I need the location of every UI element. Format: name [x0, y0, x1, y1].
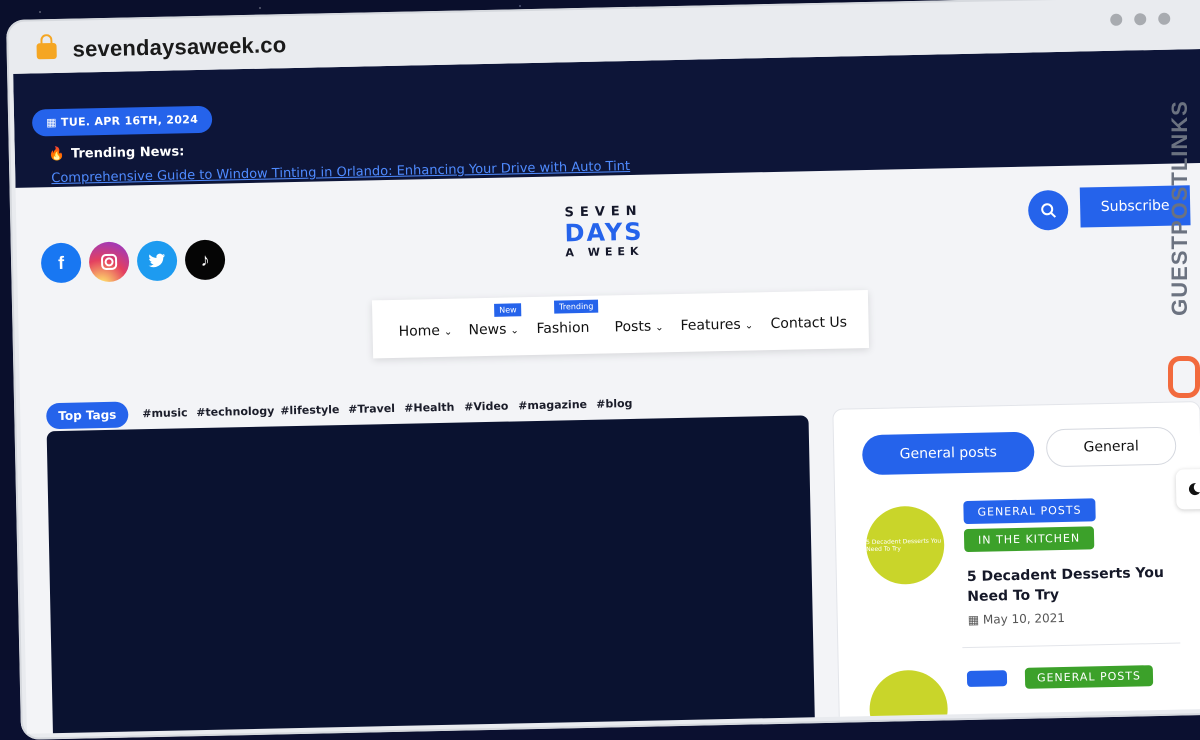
tiktok-icon[interactable]: ♪	[184, 239, 226, 281]
date-badge: ▦ TUE. APR 16TH, 2024	[31, 105, 213, 137]
post-thumbnail[interactable]	[868, 669, 949, 734]
hero-slider[interactable]	[46, 415, 816, 734]
category-badge[interactable]: IN THE KITCHEN	[963, 526, 1095, 553]
tag-link[interactable]: #Travel	[348, 402, 395, 416]
dark-mode-toggle[interactable]	[1175, 468, 1200, 510]
window-controls	[1098, 10, 1171, 31]
nav-label: Posts	[614, 318, 652, 336]
chain-link-icon	[1168, 356, 1200, 398]
calendar-icon: ▦	[46, 115, 62, 130]
badge-new: New	[494, 303, 522, 317]
chevron-down-icon: ⌄	[510, 325, 519, 337]
nav-item-news[interactable]: News ⌄	[468, 321, 519, 339]
tag-link[interactable]: #magazine	[518, 398, 587, 412]
logo-line3: A WEEK	[565, 244, 644, 260]
nav-label: Features	[680, 316, 741, 334]
calendar-icon: ▦	[967, 612, 984, 627]
nav-item-contact[interactable]: Contact Us	[770, 314, 847, 332]
site-logo[interactable]: SEVEN DAYS A WEEK	[564, 204, 644, 260]
chevron-down-icon: ⌄	[744, 320, 754, 332]
post-date-text: May 10, 2021	[982, 610, 1066, 627]
twitter-icon[interactable]	[136, 240, 178, 282]
nav-label: Home	[398, 322, 441, 340]
url-text[interactable]: sevendaysaweek.co	[72, 32, 286, 62]
main-nav: Home ⌄ News ⌄ New Fashion Trending Posts ⌄ …	[371, 290, 870, 359]
nav-label: News	[468, 321, 507, 339]
chevron-down-icon: ⌄	[655, 322, 664, 334]
browser-window: sevendaysaweek.co ▦ TUE. APR 16TH, 2024 …	[6, 0, 1200, 740]
trending-text: Trending News:	[70, 144, 185, 162]
trending-label: 🔥 Trending News:	[49, 144, 185, 162]
nav-item-fashion[interactable]: Fashion	[536, 320, 589, 337]
facebook-icon[interactable]: f	[40, 242, 82, 284]
tab-general-posts[interactable]: General posts	[861, 431, 1035, 476]
tag-link[interactable]: #technology	[196, 404, 274, 419]
category-badge[interactable]	[966, 670, 1008, 688]
search-button[interactable]	[1027, 189, 1069, 231]
top-bar: ▦ TUE. APR 16TH, 2024 🔥 Trending News: Co…	[13, 48, 1200, 188]
post-title[interactable]: 5 Decadent Desserts You Need To Try	[967, 563, 1168, 607]
sidebar-widget: General posts General 5 Decadent Dessert…	[832, 401, 1200, 734]
nav-item-posts[interactable]: Posts ⌄	[614, 318, 664, 336]
watermark: GUESTPOSTLINKS	[1160, 58, 1200, 398]
date-text: TUE. APR 16TH, 2024	[60, 112, 199, 129]
instagram-icon[interactable]	[88, 241, 130, 283]
category-badge[interactable]: GENERAL POSTS	[1024, 665, 1154, 689]
tag-link[interactable]: #music	[142, 406, 188, 420]
nav-label: Fashion	[536, 319, 590, 337]
tag-link[interactable]: #Video	[464, 400, 508, 414]
fire-icon: 🔥	[48, 146, 66, 163]
post-date: ▦ May 10, 2021	[968, 611, 1065, 627]
badge-trending: Trending	[553, 299, 599, 314]
nav-item-features[interactable]: Features ⌄	[680, 316, 753, 334]
tab-general[interactable]: General	[1045, 426, 1177, 468]
trending-news-link[interactable]: Comprehensive Guide to Window Tinting in…	[51, 159, 630, 186]
tag-link[interactable]: #lifestyle	[280, 403, 339, 417]
moon-icon	[1188, 483, 1200, 496]
lock-icon	[36, 42, 57, 60]
dot-icon	[1158, 12, 1171, 25]
category-badge[interactable]: GENERAL POSTS	[963, 498, 1096, 525]
divider	[962, 642, 1181, 649]
page: ▦ TUE. APR 16TH, 2024 🔥 Trending News: Co…	[13, 48, 1200, 734]
chevron-down-icon: ⌄	[443, 326, 453, 338]
tag-link[interactable]: #blog	[596, 397, 633, 411]
search-icon	[1041, 203, 1057, 218]
nav-item-home[interactable]: Home ⌄	[398, 323, 452, 340]
watermark-text: GUESTPOSTLINKS	[1167, 100, 1192, 316]
nav-label: Contact Us	[770, 314, 848, 333]
tag-link[interactable]: #Health	[404, 401, 454, 415]
dot-icon	[1134, 13, 1147, 26]
logo-line2: DAYS	[564, 217, 644, 248]
top-tags-label: Top Tags	[46, 401, 129, 430]
post-thumbnail[interactable]: 5 Decadent Desserts You Need To Try	[865, 505, 946, 586]
dot-icon	[1110, 13, 1123, 26]
thumb-text: 5 Decadent Desserts You Need To Try	[866, 537, 942, 554]
